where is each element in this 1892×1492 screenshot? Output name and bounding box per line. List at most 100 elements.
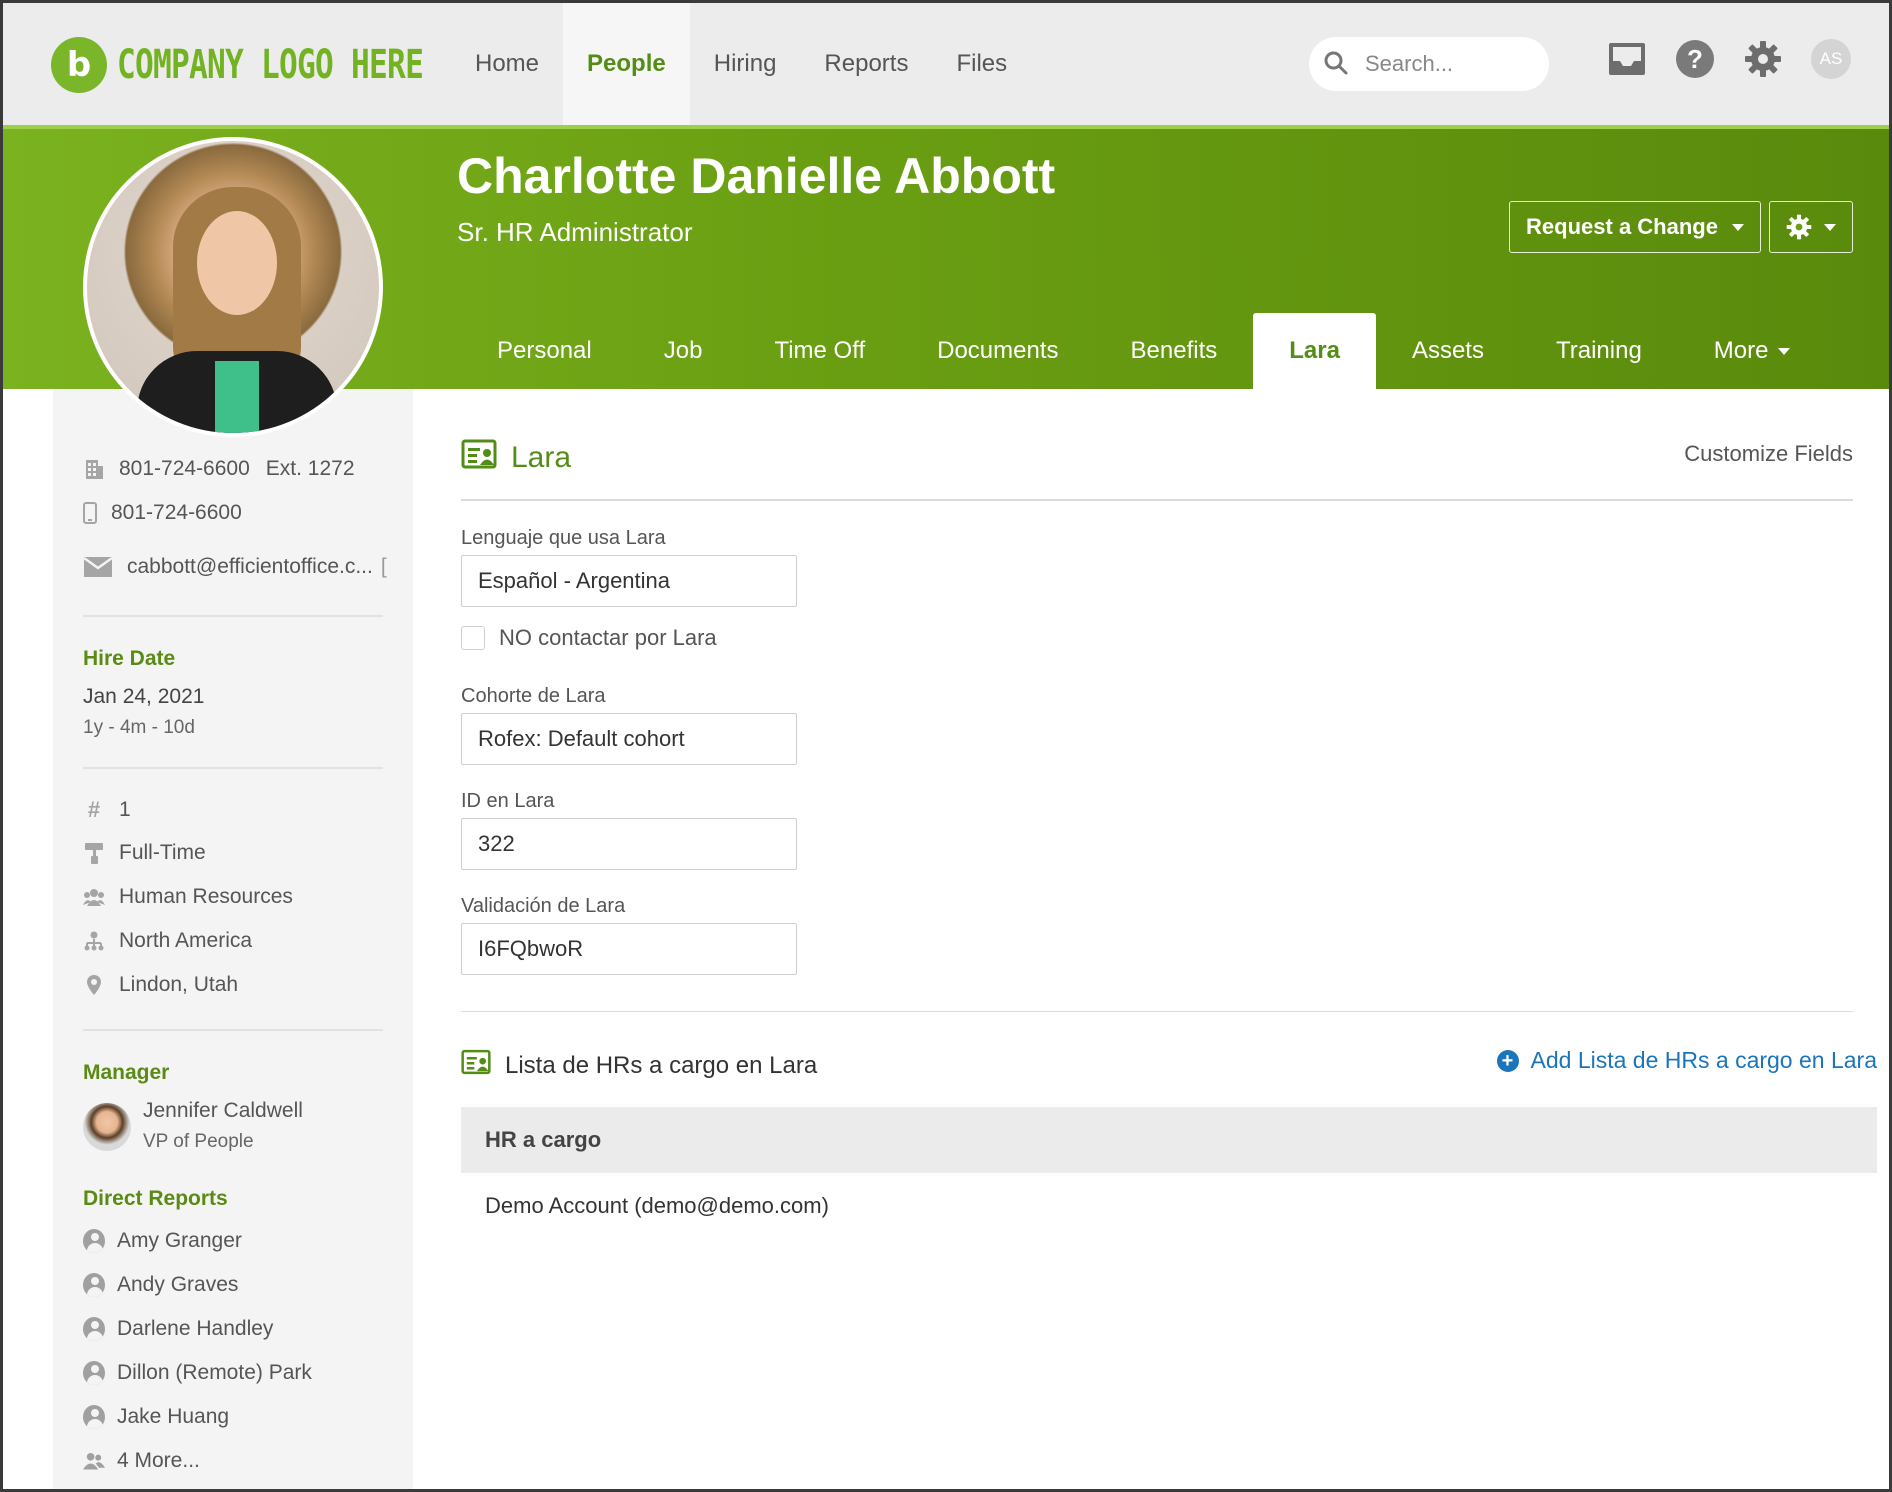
tab-assets[interactable]: Assets: [1376, 313, 1520, 389]
org-chart-icon: [83, 931, 105, 951]
employee-title: Sr. HR Administrator: [457, 217, 693, 247]
chevron-down-icon: [1824, 223, 1836, 231]
people-group-icon: [83, 888, 105, 906]
direct-report-item[interactable]: Jake Huang: [83, 1405, 229, 1429]
manager-avatar[interactable]: [83, 1103, 131, 1151]
tab-lara[interactable]: Lara: [1253, 313, 1376, 389]
employment-status-row: Full-Time: [83, 841, 206, 865]
table-cell-hr: Demo Account (demo@demo.com): [485, 1193, 829, 1218]
division: North America: [119, 929, 253, 952]
email-address[interactable]: cabbott@efficientoffice.c...: [127, 555, 373, 579]
hire-date: Jan 24, 2021: [83, 685, 205, 708]
lara-id-field[interactable]: 322: [461, 818, 797, 870]
no-contact-row: NO contactar por Lara: [461, 625, 717, 651]
direct-report-item[interactable]: Andy Graves: [83, 1273, 238, 1297]
paint-roller-icon: [83, 842, 105, 864]
tab-more-label: More: [1713, 337, 1769, 364]
column-header-hr[interactable]: HR a cargo: [485, 1127, 601, 1153]
tab-more[interactable]: More: [1678, 313, 1827, 389]
user-avatar[interactable]: AS: [1811, 39, 1851, 79]
person-icon: [83, 1273, 105, 1297]
email-icon: [83, 556, 113, 578]
employment-status: Full-Time: [119, 841, 206, 864]
top-right-icons: ? AS: [1607, 39, 1851, 79]
add-hr-list-link[interactable]: + Add Lista de HRs a cargo en Lara: [1496, 1047, 1877, 1074]
direct-report-item[interactable]: Darlene Handley: [83, 1317, 273, 1341]
tab-job[interactable]: Job: [628, 313, 739, 389]
divider: [461, 499, 1853, 501]
mobile-phone-icon: [83, 502, 97, 524]
tab-benefits[interactable]: Benefits: [1095, 313, 1254, 389]
manager-label: Manager: [83, 1061, 170, 1084]
company-logo[interactable]: b COMPANY LOGO HERE: [51, 37, 509, 93]
nav-hiring[interactable]: Hiring: [690, 3, 801, 125]
search-input[interactable]: Search...: [1309, 37, 1549, 91]
more-direct-reports[interactable]: 4 More...: [83, 1449, 200, 1473]
section-title: Lara: [461, 439, 571, 477]
customize-fields-link[interactable]: Customize Fields: [1684, 441, 1853, 467]
cohort-select[interactable]: Rofex: Default cohort: [461, 713, 797, 765]
direct-report-item[interactable]: Dillon (Remote) Park: [83, 1361, 312, 1385]
employee-photo: [83, 137, 383, 437]
divider: [83, 615, 383, 617]
mobile-phone[interactable]: 801-724-6600: [111, 501, 242, 525]
inbox-icon[interactable]: [1607, 39, 1647, 79]
id-card-icon: [461, 1049, 491, 1082]
field-label-language: Lenguaje que usa Lara: [461, 527, 666, 549]
divider: [83, 1029, 383, 1031]
direct-report-name: Andy Graves: [117, 1273, 239, 1296]
divider: [83, 767, 383, 769]
nav-reports[interactable]: Reports: [800, 3, 932, 125]
field-label-lara-id: ID en Lara: [461, 790, 555, 812]
copy-email-icon[interactable]: [: [381, 555, 387, 579]
tab-personal[interactable]: Personal: [461, 313, 628, 389]
department: Human Resources: [119, 885, 293, 908]
people-icon: [83, 1451, 105, 1471]
hr-list-title-text: Lista de HRs a cargo en Lara: [505, 1051, 818, 1079]
divider: [461, 1011, 1853, 1012]
person-icon: [83, 1361, 105, 1385]
add-hr-list-label: Add Lista de HRs a cargo en Lara: [1530, 1047, 1877, 1073]
help-icon: ?: [1676, 40, 1714, 78]
language-select[interactable]: Español - Argentina: [461, 555, 797, 607]
field-label-cohort: Cohorte de Lara: [461, 685, 606, 707]
section-title-text: Lara: [511, 441, 572, 474]
department-row: Human Resources: [83, 885, 293, 909]
help-button[interactable]: ?: [1675, 39, 1715, 79]
request-change-button[interactable]: Request a Change: [1509, 201, 1761, 253]
phone-extension: Ext. 1272: [265, 457, 355, 480]
tab-training[interactable]: Training: [1520, 313, 1678, 389]
person-icon: [83, 1317, 105, 1341]
location-pin-icon: [83, 974, 105, 996]
settings-gear-icon[interactable]: [1743, 39, 1783, 79]
tab-documents[interactable]: Documents: [901, 313, 1094, 389]
profile-settings-button[interactable]: [1769, 201, 1853, 253]
manager-title: VP of People: [143, 1131, 254, 1152]
more-reports-label: 4 More...: [117, 1449, 200, 1472]
gear-icon: [1786, 214, 1812, 240]
logo-mark: b: [51, 37, 107, 93]
work-phone[interactable]: 801-724-6600: [119, 457, 250, 481]
table-row[interactable]: Demo Account (demo@demo.com): [461, 1173, 1877, 1239]
id-card-icon: [461, 439, 497, 477]
tab-time-off[interactable]: Time Off: [738, 313, 901, 389]
hr-list-title: Lista de HRs a cargo en Lara: [461, 1049, 817, 1082]
photo-shirt: [215, 361, 259, 433]
nav-files[interactable]: Files: [932, 3, 1031, 125]
search-icon: [1323, 50, 1351, 78]
direct-report-item[interactable]: Amy Granger: [83, 1229, 242, 1253]
nav-home[interactable]: Home: [451, 3, 563, 125]
direct-report-name: Dillon (Remote) Park: [117, 1361, 312, 1384]
nav-people[interactable]: People: [563, 3, 690, 125]
search-placeholder: Search...: [1365, 51, 1454, 76]
manager-name[interactable]: Jennifer Caldwell: [143, 1099, 303, 1123]
division-row: North America: [83, 929, 252, 953]
work-phone-row: 801-724-6600 Ext. 1272: [83, 457, 355, 481]
no-contact-checkbox[interactable]: [461, 626, 485, 650]
chevron-down-icon: [1778, 347, 1791, 355]
profile-tabs: Personal Job Time Off Documents Benefits…: [461, 313, 1826, 389]
email-row: cabbott@efficientoffice.c... [: [83, 555, 387, 579]
table-header: HR a cargo: [461, 1107, 1877, 1173]
building-icon: [83, 458, 105, 480]
validation-field[interactable]: I6FQbwoR: [461, 923, 797, 975]
